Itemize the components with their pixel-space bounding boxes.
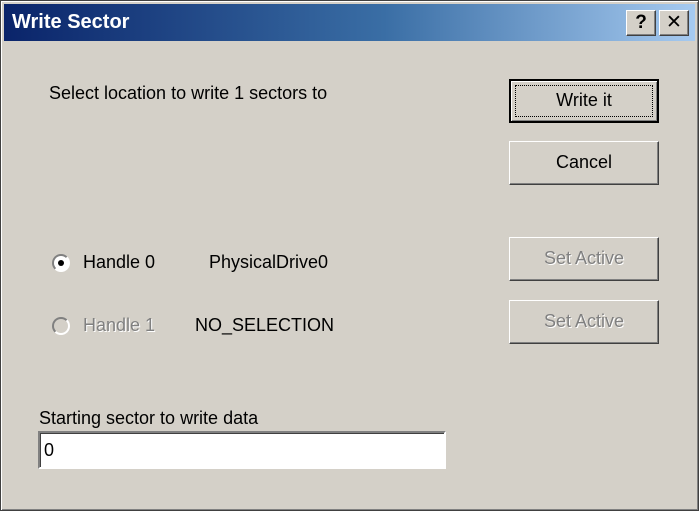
handle-1-drive: NO_SELECTION [195, 315, 335, 335]
starting-sector-label: Starting sector to write data [39, 408, 259, 428]
handle-0-radio[interactable] [52, 254, 70, 272]
handle-1-label: Handle 1 [83, 315, 156, 335]
starting-sector-input[interactable]: 0 [38, 431, 446, 469]
write-it-button[interactable]: Write it [509, 79, 659, 123]
window-title: Write Sector [12, 11, 130, 33]
radio-selected-dot [58, 260, 64, 266]
set-active-1-label: Set Active [543, 311, 625, 331]
starting-sector-value: 0 [44, 440, 55, 460]
handle-0-drive: PhysicalDrive0 [209, 252, 329, 272]
handle-0-label: Handle 0 [83, 252, 156, 272]
set-active-1-button[interactable]: Set Active [509, 300, 659, 344]
handle-1-radio[interactable] [52, 317, 70, 335]
set-active-0-label: Set Active [543, 248, 625, 268]
close-button[interactable]: ✕ [659, 10, 689, 36]
focus-ring [515, 85, 653, 117]
cancel-button[interactable]: Cancel [509, 141, 659, 185]
help-icon: ? [635, 12, 647, 33]
write-sector-dialog: Write Sector ? ✕ Select location to writ… [0, 0, 699, 511]
close-icon: ✕ [666, 12, 682, 33]
cancel-label: Cancel [555, 152, 613, 172]
title-bar[interactable]: Write Sector ? ✕ [4, 4, 695, 41]
prompt-text: Select location to write 1 sectors to [49, 83, 328, 103]
set-active-0-button[interactable]: Set Active [509, 237, 659, 281]
help-button[interactable]: ? [626, 10, 656, 36]
